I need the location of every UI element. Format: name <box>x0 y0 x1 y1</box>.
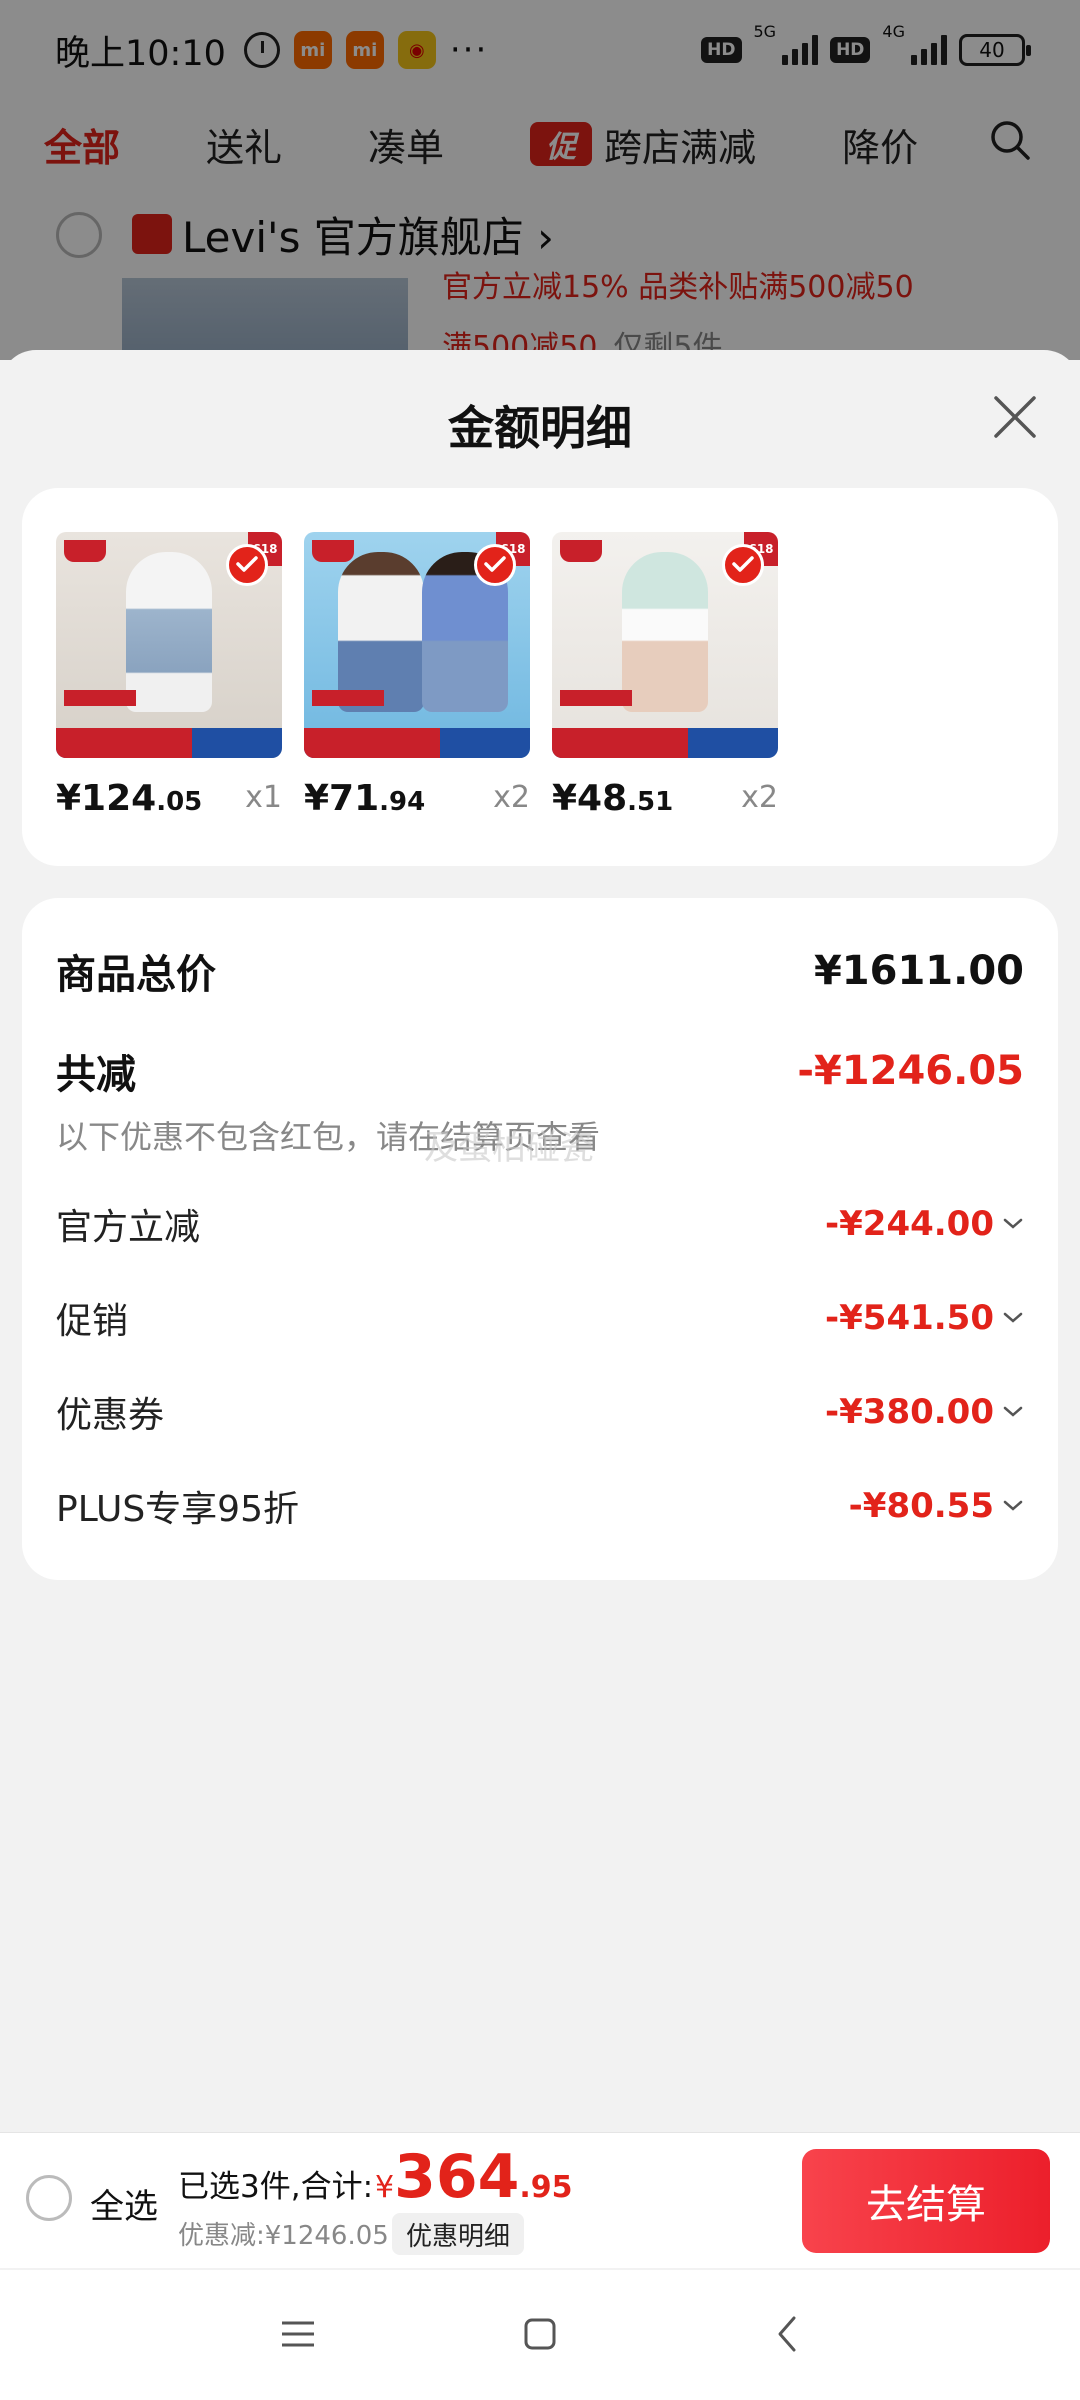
breakdown-row-promo[interactable]: 促销 -¥541.50 <box>56 1292 1024 1344</box>
chevron-down-icon <box>1003 1218 1023 1229</box>
back-icon[interactable] <box>768 2314 808 2354</box>
checkout-button[interactable]: 去结算 <box>802 2149 1050 2253</box>
checked-icon <box>474 544 516 586</box>
selected-item[interactable]: 618 ¥71.94 x2 <box>304 532 530 819</box>
checkout-bar: 全选 已选3件,合计: ¥ 364 .95 优惠减:¥1246.05 优惠明细 … <box>0 2132 1080 2268</box>
breakdown-value: -¥380.00 <box>825 1392 1024 1432</box>
close-icon[interactable] <box>990 392 1040 442</box>
select-all-label[interactable]: 全选 <box>90 2179 158 2228</box>
select-all-checkbox[interactable] <box>26 2175 72 2221</box>
order-summary: 已选3件,合计: ¥ 364 .95 <box>178 2147 573 2207</box>
breakdown-value: -¥541.50 <box>825 1298 1024 1338</box>
product-image: 618 <box>552 532 778 758</box>
price-band <box>552 728 778 758</box>
chevron-down-icon <box>1003 1406 1023 1417</box>
item-quantity: x2 <box>741 780 778 815</box>
selected-item[interactable]: 618 ¥48.51 x2 <box>552 532 778 819</box>
breakdown-label: PLUS专享95折 <box>56 1489 299 1530</box>
product-image: 618 <box>56 532 282 758</box>
checked-icon <box>226 544 268 586</box>
breakdown-row-official[interactable]: 官方立减 -¥244.00 <box>56 1198 1024 1250</box>
total-decimal: .95 <box>519 2170 573 2205</box>
total-label: 商品总价 <box>56 952 216 998</box>
price-breakdown-card: 商品总价 ¥1611.00 共减 -¥1246.05 以下优惠不包含红包，请在结… <box>22 898 1058 1580</box>
watermark: 及蛋柏碰瓷 <box>424 1128 594 1168</box>
discount-label: 共减 <box>56 1052 136 1098</box>
breakdown-value: -¥244.00 <box>825 1204 1024 1244</box>
plus-tag <box>312 690 384 706</box>
currency-symbol: ¥ <box>375 2170 395 2205</box>
total-value: ¥1611.00 <box>813 948 1024 994</box>
menu-icon[interactable] <box>278 2314 318 2354</box>
product-image: 618 <box>304 532 530 758</box>
price-band <box>56 728 282 758</box>
levis-logo-icon <box>560 540 602 562</box>
breakdown-label: 优惠券 <box>56 1395 165 1436</box>
selected-items-card: 618 ¥124.05 x1 618 ¥71.94 x2 618 ¥48.51 … <box>22 488 1058 866</box>
item-quantity: x1 <box>245 780 282 815</box>
breakdown-label: 官方立减 <box>56 1207 201 1248</box>
breakdown-row-plus[interactable]: PLUS专享95折 -¥80.55 <box>56 1480 1024 1532</box>
checked-icon <box>722 544 764 586</box>
sheet-title: 金额明细 <box>448 401 632 455</box>
system-nav-bar <box>0 2270 1080 2400</box>
home-icon[interactable] <box>520 2314 560 2354</box>
summary-prefix: 已选3件,合计: <box>178 2169 374 2205</box>
chevron-down-icon <box>1003 1312 1023 1323</box>
discount-value: -¥1246.05 <box>797 1048 1024 1094</box>
levis-logo-icon <box>64 540 106 562</box>
price-band <box>304 728 530 758</box>
discount-row: 共减 -¥1246.05 <box>56 1042 1024 1100</box>
total-row: 商品总价 ¥1611.00 <box>56 942 1024 1000</box>
chevron-down-icon <box>1003 1500 1023 1511</box>
plus-tag <box>64 690 136 706</box>
levis-logo-icon <box>312 540 354 562</box>
amount-detail-sheet: 金额明细 618 ¥124.05 x1 618 ¥71.94 x2 618 ¥4… <box>0 350 1080 2400</box>
discount-detail-button[interactable]: 优惠明细 <box>392 2213 525 2255</box>
saved-amount: 优惠减:¥1246.05 <box>178 2221 389 2251</box>
breakdown-label: 促销 <box>56 1301 129 1342</box>
total-integer: 364 <box>394 2142 520 2212</box>
breakdown-row-coupon[interactable]: 优惠券 -¥380.00 <box>56 1386 1024 1438</box>
selected-item[interactable]: 618 ¥124.05 x1 <box>56 532 282 819</box>
breakdown-value: -¥80.55 <box>849 1486 1024 1526</box>
item-quantity: x2 <box>493 780 530 815</box>
dim-overlay[interactable] <box>0 0 1080 360</box>
plus-tag <box>560 690 632 706</box>
